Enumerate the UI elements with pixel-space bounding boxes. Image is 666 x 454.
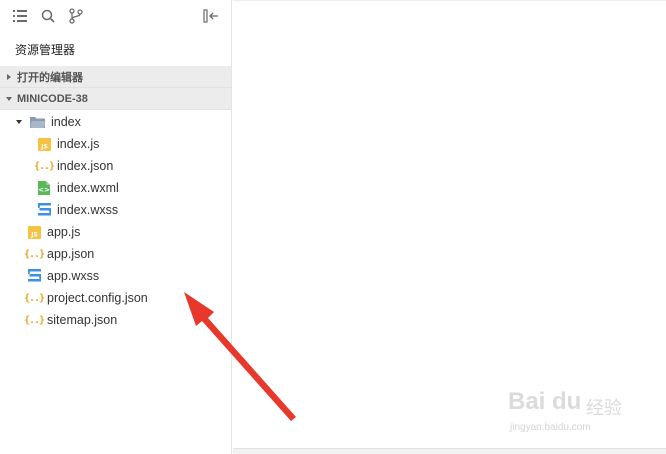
search-icon[interactable] [34, 2, 62, 30]
source-control-icon[interactable] [62, 2, 90, 30]
watermark-cn: 经验 [586, 398, 622, 419]
tree-file[interactable]: JS index.js [0, 133, 231, 155]
open-editors-section[interactable]: 打开的编辑器 [0, 66, 231, 88]
wxss-file-icon [26, 268, 42, 284]
tree-item-label: app.wxss [47, 269, 100, 283]
project-label: MINICODE-38 [17, 92, 88, 105]
json-file-icon: {..} [23, 292, 45, 304]
wxss-file-icon [36, 202, 52, 218]
tree-file[interactable]: {..} index.json [0, 155, 231, 177]
tree-item-label: index.js [57, 137, 100, 151]
folder-open-icon [30, 114, 46, 130]
json-file-icon: {..} [23, 248, 45, 260]
js-file-icon: JS [36, 136, 52, 152]
project-section[interactable]: MINICODE-38 [0, 88, 231, 110]
open-editors-label: 打开的编辑器 [17, 71, 83, 84]
wxml-file-icon: <> [36, 180, 52, 196]
collapse-sidebar-icon[interactable] [197, 2, 225, 30]
tree-file[interactable]: {..} sitemap.json [0, 309, 231, 331]
sidebar-toolbar [0, 0, 231, 32]
js-file-icon: JS [26, 224, 42, 240]
list-icon[interactable] [6, 2, 34, 30]
tree-file[interactable]: {..} project.config.json [0, 287, 231, 309]
tree-item-label: index [51, 115, 81, 129]
tree-item-label: index.wxml [57, 181, 119, 195]
tree-item-label: index.wxss [57, 203, 119, 217]
tree-file[interactable]: index.wxss [0, 199, 231, 221]
json-file-icon: {..} [33, 160, 55, 172]
svg-text:JS: JS [30, 231, 38, 238]
caret-down-icon [3, 95, 15, 103]
tree-item-label: app.js [47, 225, 81, 239]
baidu-watermark: Bai du 经验 jingyan.baidu.com [508, 384, 638, 440]
tree-file[interactable]: {..} app.json [0, 243, 231, 265]
json-file-icon: {..} [23, 314, 45, 326]
editor-bottom-bar [233, 448, 666, 454]
tree-item-label: app.json [47, 247, 95, 261]
explorer-title: 资源管理器 [15, 42, 76, 57]
caret-down-icon [12, 118, 26, 126]
explorer-sidebar: 资源管理器 打开的编辑器 MINICODE-38 index JS index.… [0, 0, 232, 454]
svg-text:<>: <> [38, 186, 50, 194]
watermark-url: jingyan.baidu.com [510, 422, 591, 433]
tree-folder-index[interactable]: index [0, 111, 231, 133]
watermark-main: Bai du [508, 388, 582, 415]
tree-file[interactable]: app.wxss [0, 265, 231, 287]
tree-item-label: project.config.json [47, 291, 148, 305]
svg-text:JS: JS [40, 143, 48, 150]
file-tree: index JS index.js {..} index.json <> ind… [0, 110, 231, 331]
tree-file[interactable]: JS app.js [0, 221, 231, 243]
tree-item-label: sitemap.json [47, 313, 118, 327]
caret-right-icon [3, 73, 15, 81]
tree-file[interactable]: <> index.wxml [0, 177, 231, 199]
tree-item-label: index.json [57, 159, 114, 173]
